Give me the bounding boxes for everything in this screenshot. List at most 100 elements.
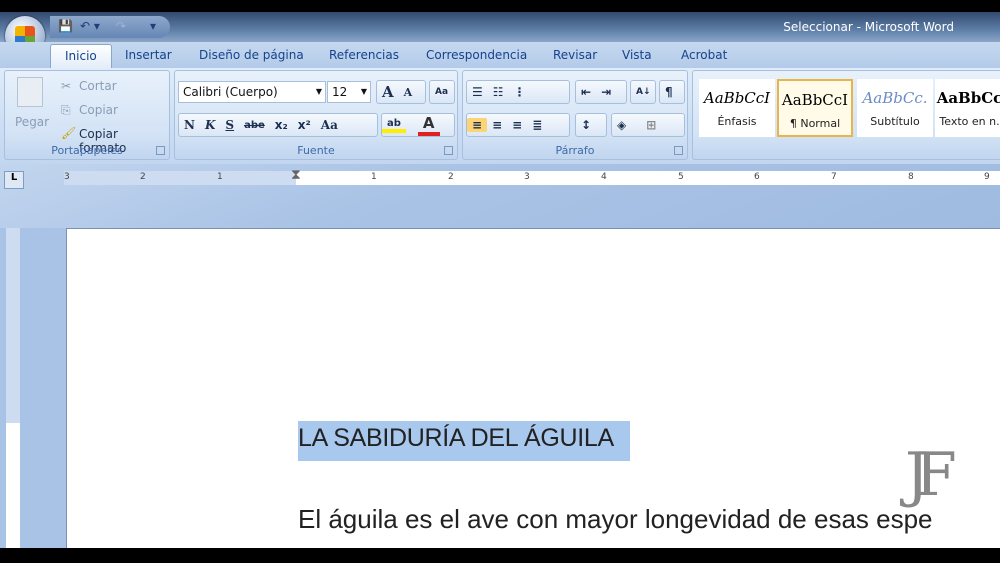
jf-watermark-logo: JF — [905, 440, 957, 510]
superscript-button[interactable]: x² — [293, 118, 316, 132]
grow-font-button[interactable]: A — [377, 83, 399, 101]
ruler-number: 2 — [140, 172, 146, 182]
window-title: Seleccionar - Microsoft Word — [783, 20, 954, 34]
bullets-button[interactable]: ☰ — [467, 85, 488, 99]
style-sample: AaBbCcI — [936, 89, 1000, 107]
style-name: Texto en n... — [939, 115, 1000, 128]
indent-marker-icon[interactable]: ⧗ — [291, 167, 301, 191]
ruler-number: 5 — [678, 172, 684, 182]
tab-insertar[interactable]: Insertar — [125, 48, 172, 62]
font-name-select[interactable]: Calibri (Cuerpo) ▼ — [178, 81, 326, 103]
document-page[interactable] — [66, 228, 1000, 548]
redo-button[interactable]: ↷ — [116, 19, 126, 33]
shrink-font-button[interactable]: A — [399, 86, 418, 99]
multilevel-list-button[interactable]: ⋮ — [509, 85, 531, 99]
style-sample: AaBbCc. — [862, 89, 928, 107]
align-right-button[interactable]: ≡ — [507, 118, 527, 132]
undo-button[interactable]: ↶ ▾ — [80, 19, 100, 33]
ribbon: Pegar ✂ Cortar ⎘ Copiar 🖌 Copiar formato… — [0, 68, 1000, 164]
list-buttons: ☰ ☷ ⋮ — [466, 80, 570, 104]
letterbox-bar — [0, 548, 1000, 563]
pilcrow-icon: ¶ — [665, 85, 673, 99]
shading-border-buttons: ◈ ⊞ — [611, 113, 685, 137]
style-normal[interactable]: AaBbCcI ¶ Normal — [777, 79, 853, 137]
ruler-number: 1 — [371, 172, 377, 182]
style-texto-en-negrita[interactable]: AaBbCcI Texto en n... — [935, 79, 1000, 137]
tab-diseno-pagina[interactable]: Diseño de página — [199, 48, 304, 62]
group-label: Fuente — [297, 144, 335, 157]
group-label: Portapapeles — [51, 144, 123, 157]
style-enfasis[interactable]: AaBbCcI Énfasis — [699, 79, 775, 137]
align-left-button[interactable]: ≡ — [467, 118, 488, 132]
italic-button[interactable]: K — [200, 118, 220, 132]
group-portapapeles: Pegar ✂ Cortar ⎘ Copiar 🖌 Copiar formato… — [4, 70, 170, 160]
justify-button[interactable]: ≣ — [527, 118, 547, 132]
tab-selector-button[interactable]: L — [4, 171, 24, 189]
bold-button[interactable]: N — [179, 118, 200, 132]
indent-buttons: ⇤ ⇥ — [575, 80, 627, 104]
chevron-down-icon: ▼ — [315, 87, 322, 96]
group-fuente: Calibri (Cuerpo) ▼ 12 ▼ A A Aa N K S abe x… — [174, 70, 458, 160]
align-buttons: ≡ ≡ ≡ ≣ — [466, 113, 570, 137]
tab-revisar[interactable]: Revisar — [553, 48, 597, 62]
sort-icon: A↓ — [636, 87, 651, 97]
style-sample: AaBbCcI — [703, 89, 771, 107]
decrease-indent-button[interactable]: ⇤ — [576, 85, 596, 99]
color-buttons: ab A — [381, 113, 455, 137]
paste-button[interactable]: Pegar — [15, 115, 49, 129]
paste-icon — [17, 77, 43, 107]
font-size-value: 12 — [332, 85, 348, 99]
document-heading-selected[interactable]: LA SABIDURÍA DEL ÁGUILA — [298, 421, 630, 461]
dialog-launcher-icon[interactable] — [156, 146, 165, 155]
ruler-number: 2 — [448, 172, 454, 182]
copy-icon: ⎘ — [61, 103, 71, 117]
ruler-number: 8 — [908, 172, 914, 182]
ruler-number: 6 — [754, 172, 760, 182]
tab-referencias[interactable]: Referencias — [329, 48, 399, 62]
font-size-select[interactable]: 12 ▼ — [327, 81, 371, 103]
style-name: ¶ Normal — [789, 117, 841, 130]
subscript-button[interactable]: x₂ — [270, 118, 293, 132]
sort-button[interactable]: A↓ — [630, 80, 656, 104]
numbering-button[interactable]: ☷ — [488, 85, 509, 99]
style-name: Énfasis — [717, 115, 757, 128]
vertical-ruler[interactable] — [6, 228, 20, 548]
ruler-margin — [64, 171, 296, 185]
line-spacing-icon: ↕ — [581, 118, 592, 132]
style-subtitulo[interactable]: AaBbCc. Subtítulo — [857, 79, 933, 137]
dialog-launcher-icon[interactable] — [674, 146, 683, 155]
brush-icon: 🖌 — [61, 126, 77, 140]
font-name-value: Calibri (Cuerpo) — [183, 85, 278, 99]
document-paragraph[interactable]: El águila es el ave con mayor longevidad… — [298, 504, 933, 535]
customize-qat-button[interactable]: ▾ — [150, 19, 156, 33]
show-marks-button[interactable]: ¶ — [659, 80, 685, 104]
change-case-button[interactable]: Aa — [316, 118, 343, 132]
ribbon-tabs: Inicio Insertar Diseño de página Referen… — [0, 42, 1000, 68]
font-format-buttons: N K S abe x₂ x² Aa — [178, 113, 378, 137]
font-size-buttons: A A — [376, 80, 426, 104]
ruler-number: 7 — [831, 172, 837, 182]
copy-button[interactable]: Copiar — [79, 103, 118, 117]
strikethrough-button[interactable]: abe — [239, 120, 270, 131]
align-center-button[interactable]: ≡ — [487, 118, 507, 132]
tab-inicio[interactable]: Inicio — [50, 44, 112, 68]
font-color-button[interactable]: A — [417, 114, 440, 136]
underline-button[interactable]: S — [220, 118, 239, 132]
horizontal-ruler[interactable]: 3 2 1 1 2 3 4 5 6 7 8 9 — [64, 171, 1000, 185]
style-name: Subtítulo — [870, 115, 920, 128]
tab-acrobat[interactable]: Acrobat — [681, 48, 727, 62]
group-estilos: AaBbCcI Énfasis AaBbCcI ¶ Normal AaBbCc. Su… — [692, 70, 1000, 160]
borders-button[interactable]: ⊞ — [641, 118, 661, 132]
clear-format-button[interactable]: Aa — [429, 80, 455, 104]
tab-correspondencia[interactable]: Correspondencia — [426, 48, 527, 62]
shading-button[interactable]: ◈ — [612, 118, 631, 132]
save-icon[interactable]: 💾 — [58, 19, 73, 33]
tab-vista[interactable]: Vista — [622, 48, 652, 62]
highlight-button[interactable]: ab — [382, 118, 406, 133]
group-parrafo: ☰ ☷ ⋮ ⇤ ⇥ A↓ ¶ ≡ ≡ ≡ ≣ ↕ ◈ ⊞ Párrafo — [462, 70, 688, 160]
increase-indent-button[interactable]: ⇥ — [596, 85, 616, 99]
cut-button[interactable]: Cortar — [79, 79, 117, 93]
ruler-number: 1 — [217, 172, 223, 182]
line-spacing-button[interactable]: ↕ — [575, 113, 607, 137]
dialog-launcher-icon[interactable] — [444, 146, 453, 155]
